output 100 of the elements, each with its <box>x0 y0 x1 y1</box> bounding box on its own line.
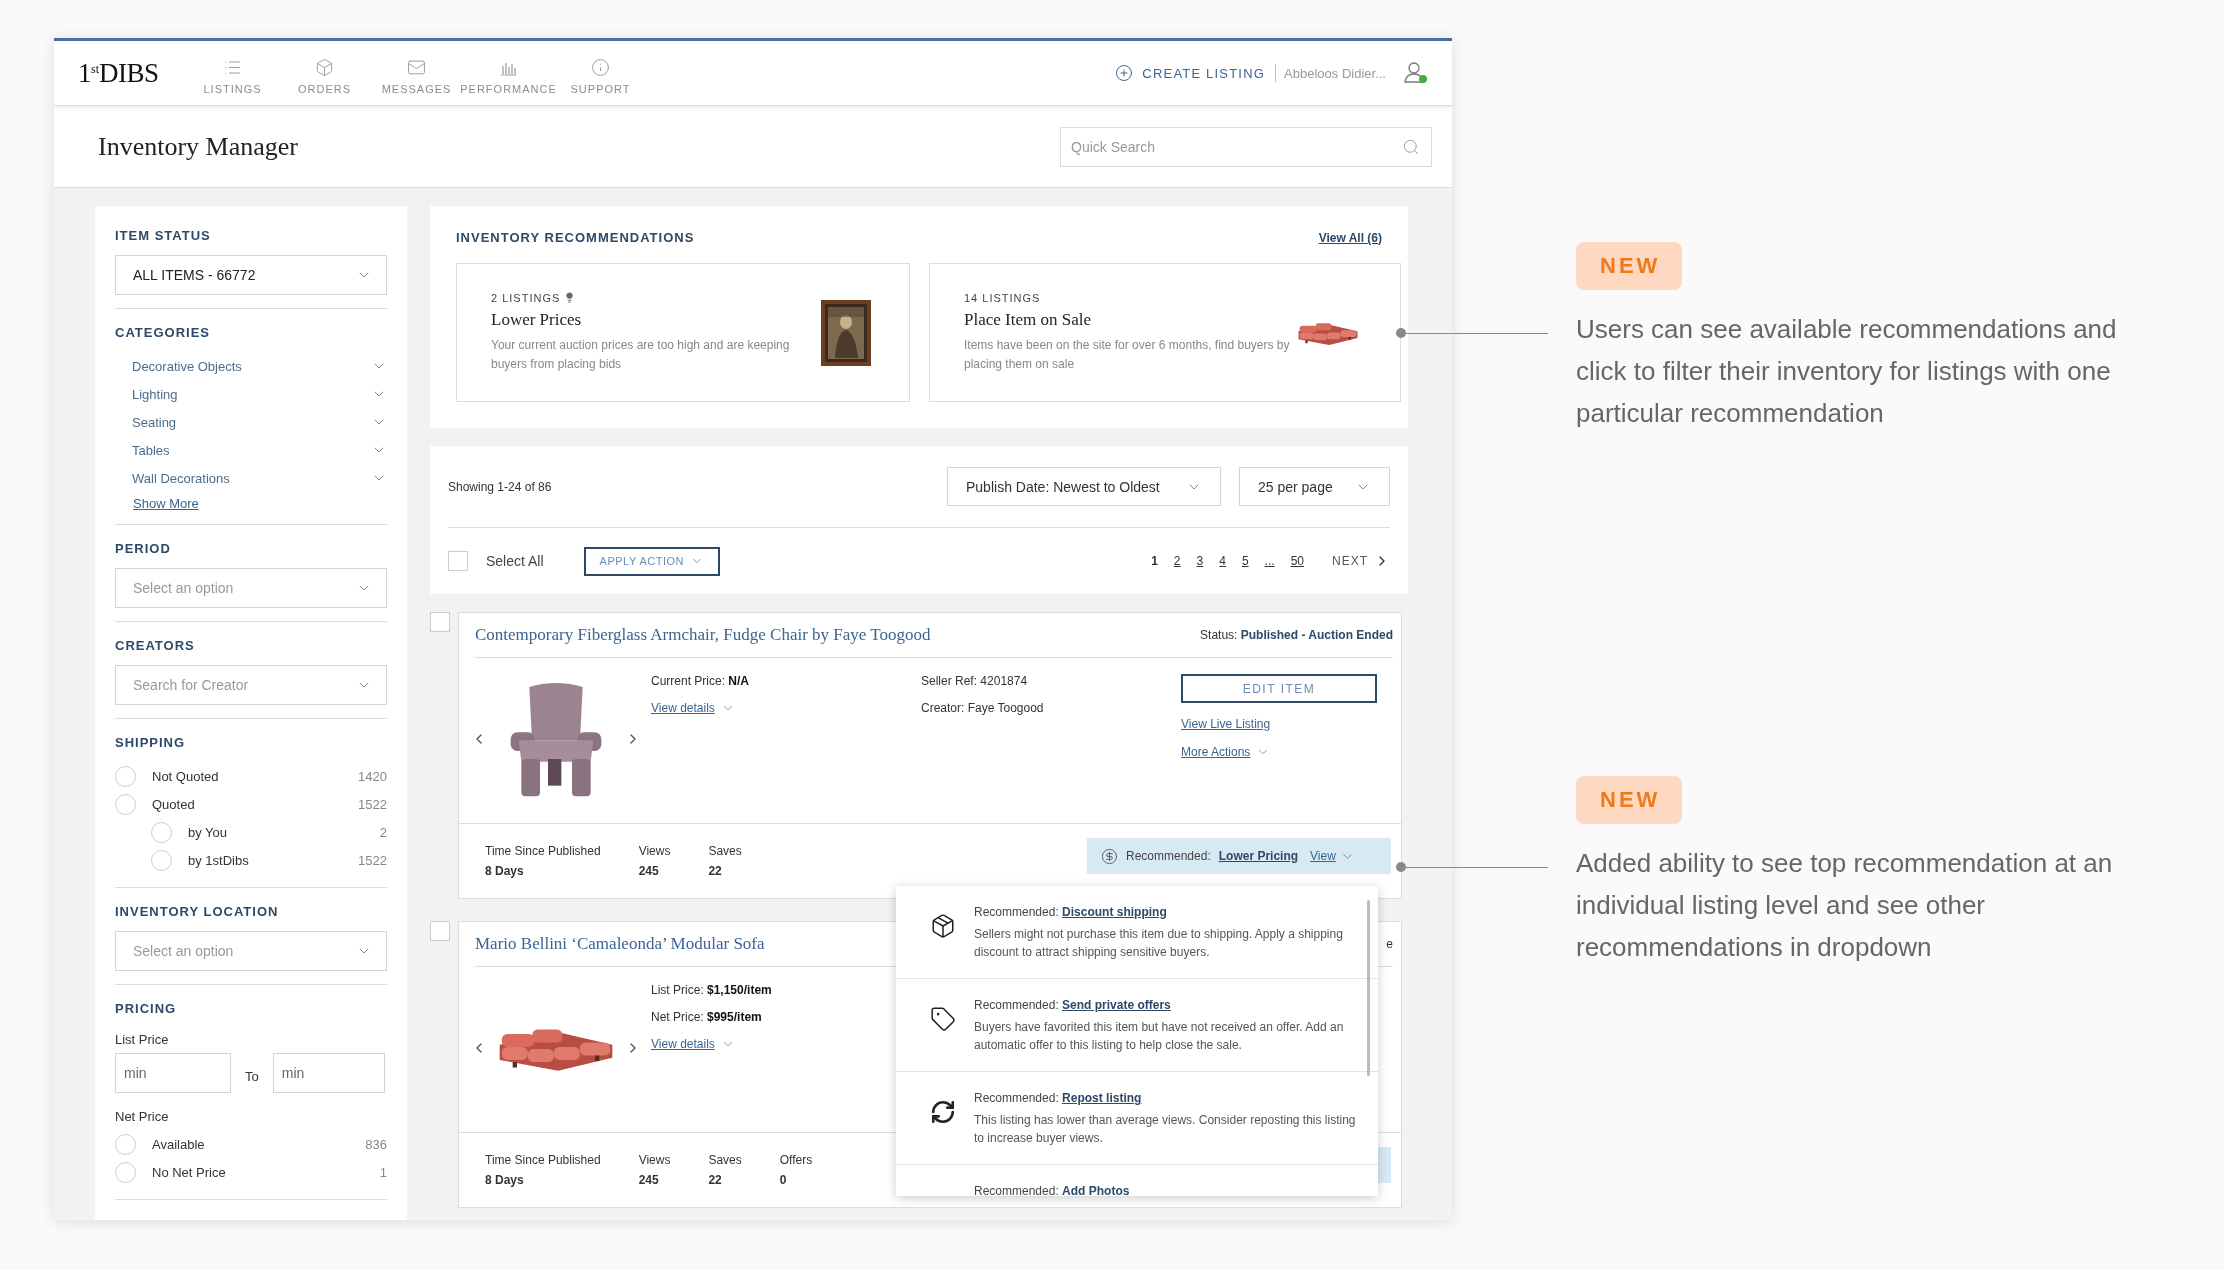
info-icon <box>591 57 611 77</box>
radio-button[interactable] <box>115 1133 136 1155</box>
radio-button[interactable] <box>151 849 172 871</box>
next-page-link[interactable]: NEXT <box>1332 553 1390 569</box>
price-text: List Price: $1,150/item <box>651 983 773 997</box>
user-icon <box>1404 62 1428 84</box>
field-label: Net Price <box>115 1109 170 1124</box>
option-label: Not Quoted <box>152 768 220 784</box>
option-label: Quoted <box>152 796 196 812</box>
annotation-text: Added ability to see top recommendation at an individual listing level and see other recommendations in dropdown <box>1576 847 2114 964</box>
stat-value: 22 <box>708 1173 723 1187</box>
category-link[interactable]: Decorative Objects <box>132 358 242 374</box>
page-title: Inventory Manager <box>98 131 298 162</box>
edit-button[interactable]: EDIT ITEM <box>1181 674 1377 703</box>
refresh-icon <box>930 1099 956 1125</box>
option-label: No Net Price <box>152 1164 227 1180</box>
page-link[interactable]: 5 <box>1241 554 1249 568</box>
stat-value: 0 <box>779 1173 788 1187</box>
select-all-label: Select All <box>486 553 544 569</box>
page-link[interactable]: 3 <box>1196 554 1204 568</box>
option-label: by You <box>188 824 229 840</box>
recommendation-text: Sellers might not purchase this item due to shipping. Apply a shipping discount to attract shipping sensitive buyers. <box>974 926 1344 961</box>
view-all-link[interactable]: View All (6) <box>1318 230 1382 245</box>
section-heading: CATEGORIES <box>115 325 211 340</box>
plus-icon <box>1115 64 1134 82</box>
action-link[interactable]: More Actions <box>1181 745 1271 759</box>
sort-dropdown[interactable]: Publish Date: Newest to Oldest <box>947 467 1221 506</box>
section-heading: PERIOD <box>115 541 172 556</box>
option-label: by 1stDibs <box>188 852 250 868</box>
user-name: Abbeloos Didier... <box>1284 65 1386 81</box>
dropdown[interactable]: ALL ITEMS - 66772 <box>115 255 387 295</box>
search-field[interactable]: Quick Search <box>1060 126 1432 167</box>
recommendation-text: This listing has lower than average views. Consider reposting this listing to increase buyer views. <box>974 1112 1357 1147</box>
listing-title[interactable]: Mario Bellini ‘Camaleonda’ Modular Sofa <box>475 934 765 954</box>
view-dropdown-link[interactable]: View <box>1310 848 1355 864</box>
option-count: 1522 <box>358 796 387 812</box>
recommendation-link[interactable]: Send private offers <box>1062 998 1171 1012</box>
stat-label: Saves <box>708 1153 742 1167</box>
option-count: 1 <box>379 1164 387 1180</box>
page-link[interactable]: 4 <box>1219 554 1226 568</box>
per-page-dropdown[interactable]: 25 per page <box>1239 467 1390 506</box>
nav-tab[interactable]: PERFORMANCE <box>462 57 555 95</box>
section-heading: ITEM STATUS <box>115 228 212 243</box>
nav-tab[interactable]: ORDERS <box>278 57 371 95</box>
nav-tab[interactable]: LISTINGS <box>186 57 279 95</box>
radio-button[interactable] <box>115 793 136 815</box>
recommendation-heading: Recommended: Discount shipping <box>974 904 1168 921</box>
radio-button[interactable] <box>115 1161 136 1183</box>
field-label: List Price <box>115 1032 170 1047</box>
status-text: e <box>1386 937 1393 951</box>
page-link[interactable]: 50 <box>1290 554 1304 568</box>
checkbox[interactable] <box>430 612 450 632</box>
category-link[interactable]: Lighting <box>132 386 178 402</box>
stat-label: Offers <box>779 1153 813 1167</box>
apply-action-button[interactable]: APPLY ACTION <box>583 546 721 576</box>
logo[interactable]: 1$^{st}$DIBS <box>78 57 159 89</box>
recommendation-text: Buyers have favorited this item but have not received an offer. Add an automatic offer to this listing to help close the sale. <box>974 1019 1345 1054</box>
dollar-icon <box>1101 847 1118 865</box>
stat-label: Views <box>638 1153 671 1167</box>
show-more-link[interactable]: Show More <box>115 496 387 511</box>
recommendation-card[interactable]: 2 LISTINGS Lower Prices Your current auction prices are too high and are keeping buyers from placing bids <box>456 263 910 402</box>
checkbox[interactable] <box>430 921 450 941</box>
checkbox[interactable] <box>448 551 468 571</box>
view-details-link[interactable]: View details <box>651 701 921 715</box>
recommendation-card[interactable]: 14 LISTINGS Place Item on Sale Items have been on the site for over 6 months, find buyers by placing them on sale <box>929 263 1401 402</box>
min-price-field[interactable]: min <box>115 1053 231 1093</box>
card-title: Lower Prices <box>491 309 582 330</box>
category-link[interactable]: Wall Decorations <box>132 470 230 486</box>
listing-title[interactable]: Contemporary Fiberglass Armchair, Fudge Chair by Faye Toogood <box>475 625 931 645</box>
recommendation-link[interactable]: Repost listing <box>1062 1091 1142 1105</box>
radio-button[interactable] <box>151 821 172 843</box>
nav-tab[interactable]: SUPPORT <box>554 57 647 95</box>
category-link[interactable]: Seating <box>132 414 177 430</box>
page-link[interactable]: 2 <box>1173 554 1181 568</box>
section-heading: INVENTORY LOCATION <box>115 904 280 919</box>
recommendation-link[interactable]: Lower Pricing <box>1218 849 1299 863</box>
option-count: 1522 <box>358 852 387 868</box>
scrollbar[interactable] <box>1367 900 1370 1076</box>
create-listing-link[interactable]: CREATE LISTING <box>1115 64 1277 82</box>
range-separator: To <box>245 1068 259 1084</box>
max-price-field[interactable]: min <box>272 1053 385 1093</box>
radio-button[interactable] <box>115 765 136 787</box>
option-label: Available <box>152 1136 206 1152</box>
page-link[interactable]: ... <box>1264 554 1275 568</box>
card-description: Items have been on the site for over 6 months, find buyers by placing them on sale <box>964 336 1291 373</box>
action-link[interactable]: View Live Listing <box>1181 717 1271 731</box>
recommendation-link[interactable]: Discount shipping <box>1062 905 1167 919</box>
seller-ref: Seller Ref: 4201874 <box>921 674 1029 688</box>
section-heading: INVENTORY RECOMMENDATIONS <box>456 230 695 245</box>
page-link[interactable]: 1 <box>1151 554 1158 568</box>
recommendation-link[interactable]: Add Photos <box>1062 1184 1130 1196</box>
price-text: Current Price: N/A <box>651 674 751 688</box>
recommendation-heading: Recommended: Repost listing <box>974 1090 1143 1107</box>
recommendation-item[interactable]: Recommended: Repost listing This listing has lower than average views. Consider reposting this listing to increase buyer views. <box>896 1072 1378 1165</box>
option-count: 2 <box>379 824 387 840</box>
category-link[interactable]: Tables <box>132 442 170 458</box>
recommendation-item[interactable]: Recommended: Add Photos <box>896 1165 1378 1196</box>
price-text: Net Price: $995/item <box>651 1010 763 1024</box>
stat-value: 8 Days <box>485 1173 525 1187</box>
new-badge: NEW <box>1576 242 1683 290</box>
